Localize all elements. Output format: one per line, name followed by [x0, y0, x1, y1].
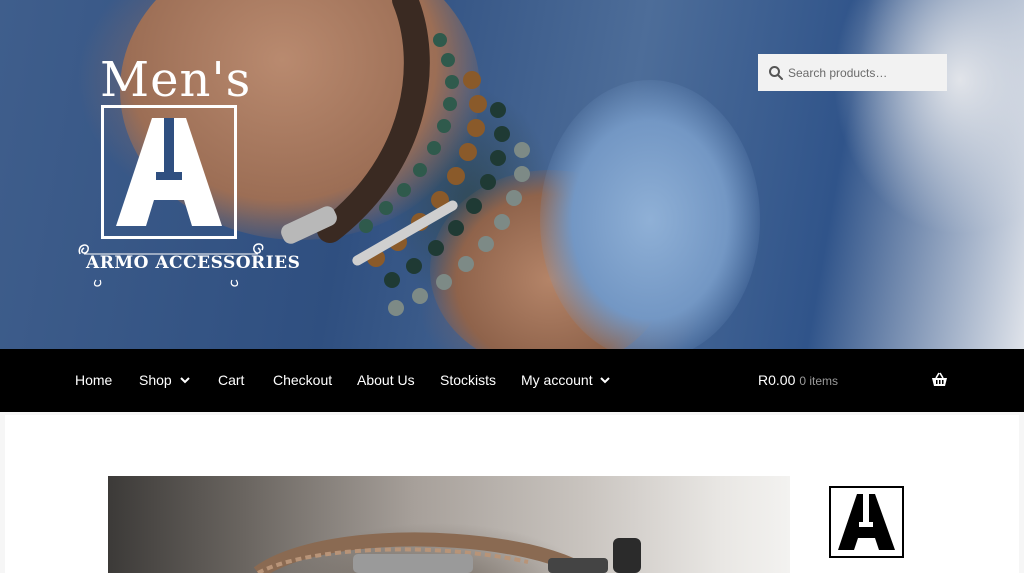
nav-item-shop-label: Shop: [139, 372, 172, 388]
nav-item-stockists[interactable]: Stockists: [440, 349, 496, 412]
header-hero-image: Men's ARMO ACCESSORIES: [0, 0, 1024, 349]
nav-item-checkout[interactable]: Checkout: [273, 349, 332, 412]
chevron-down-icon[interactable]: [600, 376, 610, 384]
header-cart-summary[interactable]: R0.00 0 items: [758, 349, 838, 412]
featured-product-image[interactable]: [108, 476, 790, 573]
nav-item-my-account[interactable]: My account: [521, 349, 593, 412]
search-input[interactable]: [788, 54, 943, 91]
nav-item-about-us[interactable]: About Us: [357, 349, 415, 412]
featured-product-illustration: [253, 532, 641, 573]
brand-logo-thumbnail[interactable]: [829, 486, 904, 558]
cart-total-amount: R0.00: [758, 372, 796, 388]
logo-a-icon: [116, 118, 222, 226]
basket-icon[interactable]: [931, 372, 948, 388]
logo-brand-text: ARMO ACCESSORIES: [86, 253, 301, 273]
nav-item-cart[interactable]: Cart: [218, 349, 244, 412]
logo-a-mark: [101, 105, 237, 239]
chevron-down-icon[interactable]: [180, 376, 190, 384]
site-logo[interactable]: Men's ARMO ACCESSORIES: [76, 52, 300, 290]
nav-item-my-account-label: My account: [521, 372, 593, 388]
nav-item-home[interactable]: Home: [75, 349, 112, 412]
nav-item-shop[interactable]: Shop: [139, 349, 172, 412]
logo-a-icon: [838, 494, 895, 550]
cart-item-count: 0 items: [799, 374, 839, 388]
primary-navigation: Home Shop Cart Checkout About Us Stockis…: [0, 349, 1024, 412]
search-icon: [769, 66, 783, 80]
logo-mens-text: Men's: [100, 52, 252, 108]
product-search[interactable]: [758, 54, 947, 91]
